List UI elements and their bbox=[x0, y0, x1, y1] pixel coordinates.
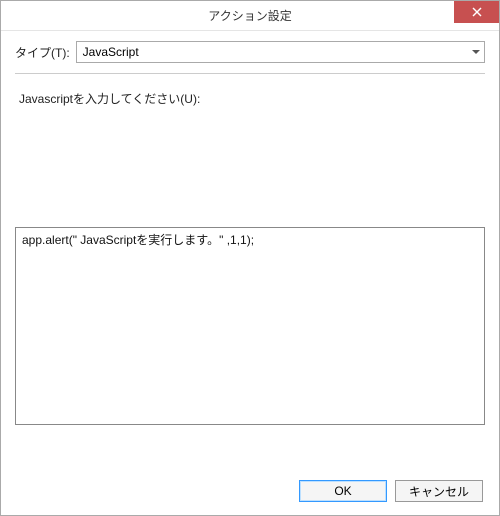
type-label: タイプ(T): bbox=[15, 44, 70, 61]
dialog-footer: OK キャンセル bbox=[1, 467, 499, 515]
titlebar: アクション設定 bbox=[1, 1, 499, 31]
spacer bbox=[15, 107, 485, 227]
javascript-input[interactable] bbox=[15, 227, 485, 425]
type-select[interactable]: JavaScript bbox=[76, 41, 485, 63]
type-row: タイプ(T): JavaScript bbox=[15, 41, 485, 63]
dialog-title: アクション設定 bbox=[1, 7, 499, 24]
dialog-content: タイプ(T): JavaScript Javascriptを入力してください(U… bbox=[1, 31, 499, 467]
close-icon bbox=[472, 7, 482, 17]
type-select-value: JavaScript bbox=[83, 45, 139, 59]
chevron-down-icon bbox=[472, 50, 480, 54]
ok-button[interactable]: OK bbox=[299, 480, 387, 502]
dialog-window: アクション設定 タイプ(T): JavaScript Javascriptを入力… bbox=[0, 0, 500, 516]
prompt-label: Javascriptを入力してください(U): bbox=[19, 90, 481, 107]
cancel-button[interactable]: キャンセル bbox=[395, 480, 483, 502]
separator bbox=[15, 73, 485, 74]
close-button[interactable] bbox=[454, 1, 499, 23]
